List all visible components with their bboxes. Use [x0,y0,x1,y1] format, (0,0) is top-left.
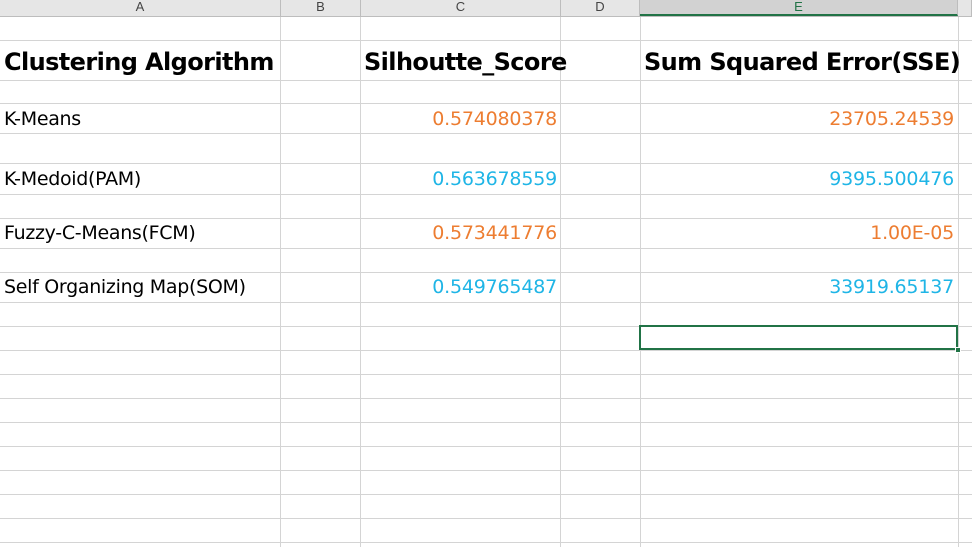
cell-sse-kmeans[interactable]: 23705.24539 [640,105,958,133]
gridline [0,398,972,399]
gridline [0,302,972,303]
gridline [0,518,972,519]
cell-algorithm-som[interactable]: Self Organizing Map(SOM) [0,273,280,301]
gridline [0,163,972,164]
column-header-d[interactable]: D [561,0,640,16]
gridline [0,422,972,423]
gridline [0,446,972,447]
fill-handle[interactable] [955,347,961,353]
gridline [280,17,281,547]
cell-silhouette-kmedoid[interactable]: 0.563678559 [360,165,561,193]
gridline [0,350,972,351]
cell-sse-fcm[interactable]: 1.00E-05 [640,219,958,247]
gridline [0,133,972,134]
cell-algorithm-kmeans[interactable]: K-Means [0,105,280,133]
gridline [958,17,959,547]
gridline [0,542,972,543]
header-clustering-algorithm[interactable]: Clustering Algorithm [0,44,280,80]
gridline [0,194,972,195]
column-header-bar: A B C D E [0,0,972,17]
gridline [0,248,972,249]
active-cell-selection[interactable] [639,325,958,350]
gridline [0,40,972,41]
cell-silhouette-som[interactable]: 0.549765487 [360,273,561,301]
gridline [0,374,972,375]
gridline [0,470,972,471]
cell-silhouette-fcm[interactable]: 0.573441776 [360,219,561,247]
column-header-c[interactable]: C [361,0,561,16]
cell-algorithm-fcm[interactable]: Fuzzy-C-Means(FCM) [0,219,280,247]
cell-algorithm-kmedoid[interactable]: K-Medoid(PAM) [0,165,280,193]
cell-sse-kmedoid[interactable]: 9395.500476 [640,165,958,193]
header-sse[interactable]: Sum Squared Error(SSE) [640,44,961,80]
spreadsheet: A B C D E Clustering Algorithm Silhoutte… [0,0,972,547]
gridline [0,494,972,495]
cell-silhouette-kmeans[interactable]: 0.574080378 [360,105,561,133]
column-header-a[interactable]: A [0,0,281,16]
gridline [0,103,972,104]
header-silhouette-score[interactable]: Silhoutte_Score [360,44,567,80]
column-header-b[interactable]: B [281,0,361,16]
column-header-f[interactable] [958,0,972,16]
column-header-e[interactable]: E [640,0,958,16]
gridline [0,80,972,81]
cell-sse-som[interactable]: 33919.65137 [640,273,958,301]
